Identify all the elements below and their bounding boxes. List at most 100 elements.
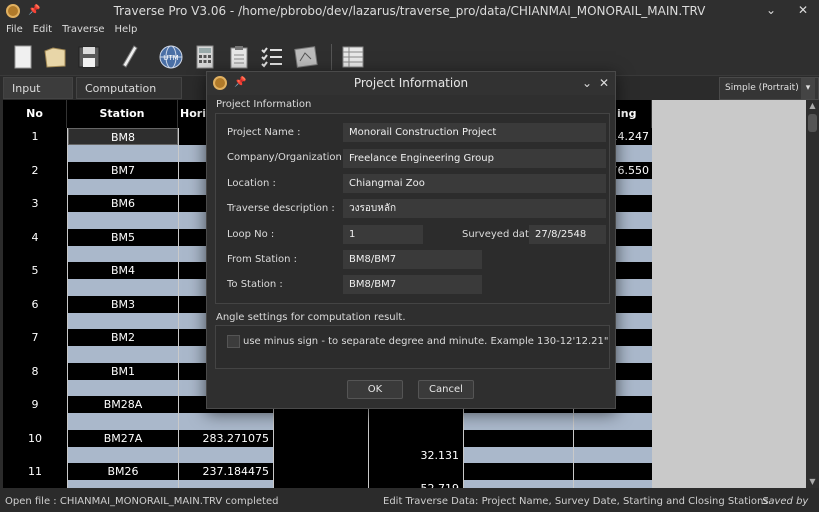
utm-globe-icon[interactable]: UTM: [157, 43, 185, 71]
grid-cell-station[interactable]: BM8: [68, 128, 178, 145]
loop-no-input[interactable]: 1: [343, 225, 423, 244]
grid-cell[interactable]: [464, 446, 573, 463]
grid-cell[interactable]: [574, 446, 652, 463]
grid-cell-horizontal[interactable]: 283.271075: [179, 429, 273, 447]
grid-cell[interactable]: [369, 429, 463, 447]
grid-cell[interactable]: [68, 212, 178, 229]
grid-cell-no[interactable]: 9: [3, 396, 67, 413]
grid-cell-no[interactable]: 6: [3, 295, 67, 313]
checklist-icon[interactable]: [258, 43, 286, 71]
grid-cell-station[interactable]: BM2: [68, 329, 178, 346]
grid-cell[interactable]: [574, 480, 652, 488]
grid-cell-distance[interactable]: [369, 413, 463, 430]
menu-edit[interactable]: Edit: [33, 22, 52, 38]
grid-cell-station[interactable]: BM3: [68, 295, 178, 313]
open-icon[interactable]: [41, 43, 69, 71]
grid-cell-station[interactable]: BM1: [68, 362, 178, 380]
grid-cell[interactable]: [274, 463, 368, 480]
grid-cell[interactable]: [179, 446, 273, 463]
grid-cell-station[interactable]: BM26: [68, 463, 178, 480]
grid-cell[interactable]: [68, 480, 178, 488]
grid-cell[interactable]: [179, 413, 273, 430]
grid-cell[interactable]: [3, 446, 67, 463]
grid-cell[interactable]: [464, 413, 573, 430]
dialog-close-button[interactable]: ✕: [596, 76, 612, 90]
project-name-input[interactable]: Monorail Construction Project: [343, 123, 606, 142]
grid-cell[interactable]: [68, 245, 178, 262]
grid-cell[interactable]: [3, 145, 67, 162]
grid-cell-station[interactable]: BM27A: [68, 429, 178, 447]
close-button[interactable]: ✕: [795, 3, 811, 17]
preset-select[interactable]: Simple (Portrait) ▾: [719, 77, 819, 100]
from-station-input[interactable]: BM8/BM7: [343, 250, 482, 269]
grid-cell[interactable]: [369, 463, 463, 480]
vertical-scrollbar[interactable]: ▲ ▼: [806, 100, 819, 488]
grid-cell[interactable]: [68, 279, 178, 296]
grid-cell[interactable]: [274, 429, 368, 447]
grid-cell-no[interactable]: 3: [3, 195, 67, 212]
grid-cell[interactable]: [68, 178, 178, 195]
grid-cell[interactable]: [274, 480, 368, 488]
new-icon[interactable]: [9, 43, 37, 71]
grid-cell-horizontal[interactable]: 237.184475: [179, 463, 273, 480]
tab-computation-table[interactable]: Computation table: [76, 77, 182, 117]
tab-input-table[interactable]: Input table: [3, 77, 73, 117]
location-input[interactable]: Chiangmai Zoo: [343, 174, 606, 193]
grid-cell[interactable]: [3, 178, 67, 195]
grid-cell[interactable]: [68, 413, 178, 430]
grid-cell[interactable]: [3, 413, 67, 430]
minimize-button[interactable]: ⌄: [763, 3, 779, 17]
minus-sign-checkbox[interactable]: [227, 335, 240, 348]
menu-help[interactable]: Help: [115, 22, 138, 38]
grid-cell[interactable]: [68, 145, 178, 162]
traverse-description-input[interactable]: วงรอบหลัก: [343, 199, 606, 218]
cancel-button[interactable]: Cancel: [418, 380, 474, 399]
grid-cell[interactable]: [68, 446, 178, 463]
calculator-icon[interactable]: [191, 43, 219, 71]
grid-cell[interactable]: [3, 245, 67, 262]
chevron-down-icon[interactable]: ▾: [801, 78, 815, 99]
clipboard-icon[interactable]: [225, 43, 253, 71]
grid-cell-no[interactable]: 1: [3, 128, 67, 145]
grid-cell-easting[interactable]: [574, 463, 652, 480]
ok-button[interactable]: OK: [347, 380, 403, 399]
grid-cell-station[interactable]: BM7: [68, 161, 178, 179]
grid-cell[interactable]: [68, 346, 178, 363]
grid-cell-distance[interactable]: 32.131: [369, 446, 463, 463]
drawing-icon[interactable]: [292, 43, 320, 71]
save-icon[interactable]: [75, 43, 103, 71]
grid-cell-no[interactable]: 11: [3, 463, 67, 480]
grid-cell-station[interactable]: BM4: [68, 262, 178, 279]
menu-traverse[interactable]: Traverse: [62, 22, 104, 38]
grid-cell[interactable]: [574, 413, 652, 430]
grid-cell[interactable]: [464, 480, 573, 488]
grid-cell[interactable]: [3, 346, 67, 363]
grid-cell[interactable]: [3, 480, 67, 488]
grid-cell[interactable]: [3, 212, 67, 229]
grid-cell[interactable]: [3, 379, 67, 396]
grid-cell-station[interactable]: BM6: [68, 195, 178, 212]
grid-cell[interactable]: [179, 480, 273, 488]
grid-cell[interactable]: [68, 379, 178, 396]
grid-cell[interactable]: [464, 463, 573, 480]
grid-cell[interactable]: [464, 429, 573, 447]
grid-cell[interactable]: [3, 279, 67, 296]
grid-cell-no[interactable]: 2: [3, 161, 67, 179]
grid-cell[interactable]: [274, 446, 368, 463]
menu-file[interactable]: File: [6, 22, 23, 38]
grid-cell-distance[interactable]: 52.719: [369, 480, 463, 488]
dialog-minimize-button[interactable]: ⌄: [579, 76, 595, 90]
grid-cell[interactable]: [68, 312, 178, 329]
grid-cell-no[interactable]: 4: [3, 228, 67, 246]
grid-cell-no[interactable]: 5: [3, 262, 67, 279]
scroll-down-icon[interactable]: ▼: [806, 476, 819, 488]
grid-cell[interactable]: [3, 312, 67, 329]
grid-cell-station[interactable]: BM28A: [68, 396, 178, 413]
grid-cell-easting[interactable]: [574, 429, 652, 447]
edit-pen-icon[interactable]: [116, 43, 144, 71]
surveyed-date-input[interactable]: 27/8/2548: [529, 225, 606, 244]
company-input[interactable]: Freelance Engineering Group: [343, 149, 606, 168]
table-icon[interactable]: [339, 43, 367, 71]
grid-cell-no[interactable]: 8: [3, 362, 67, 380]
grid-cell-no[interactable]: 10: [3, 429, 67, 447]
